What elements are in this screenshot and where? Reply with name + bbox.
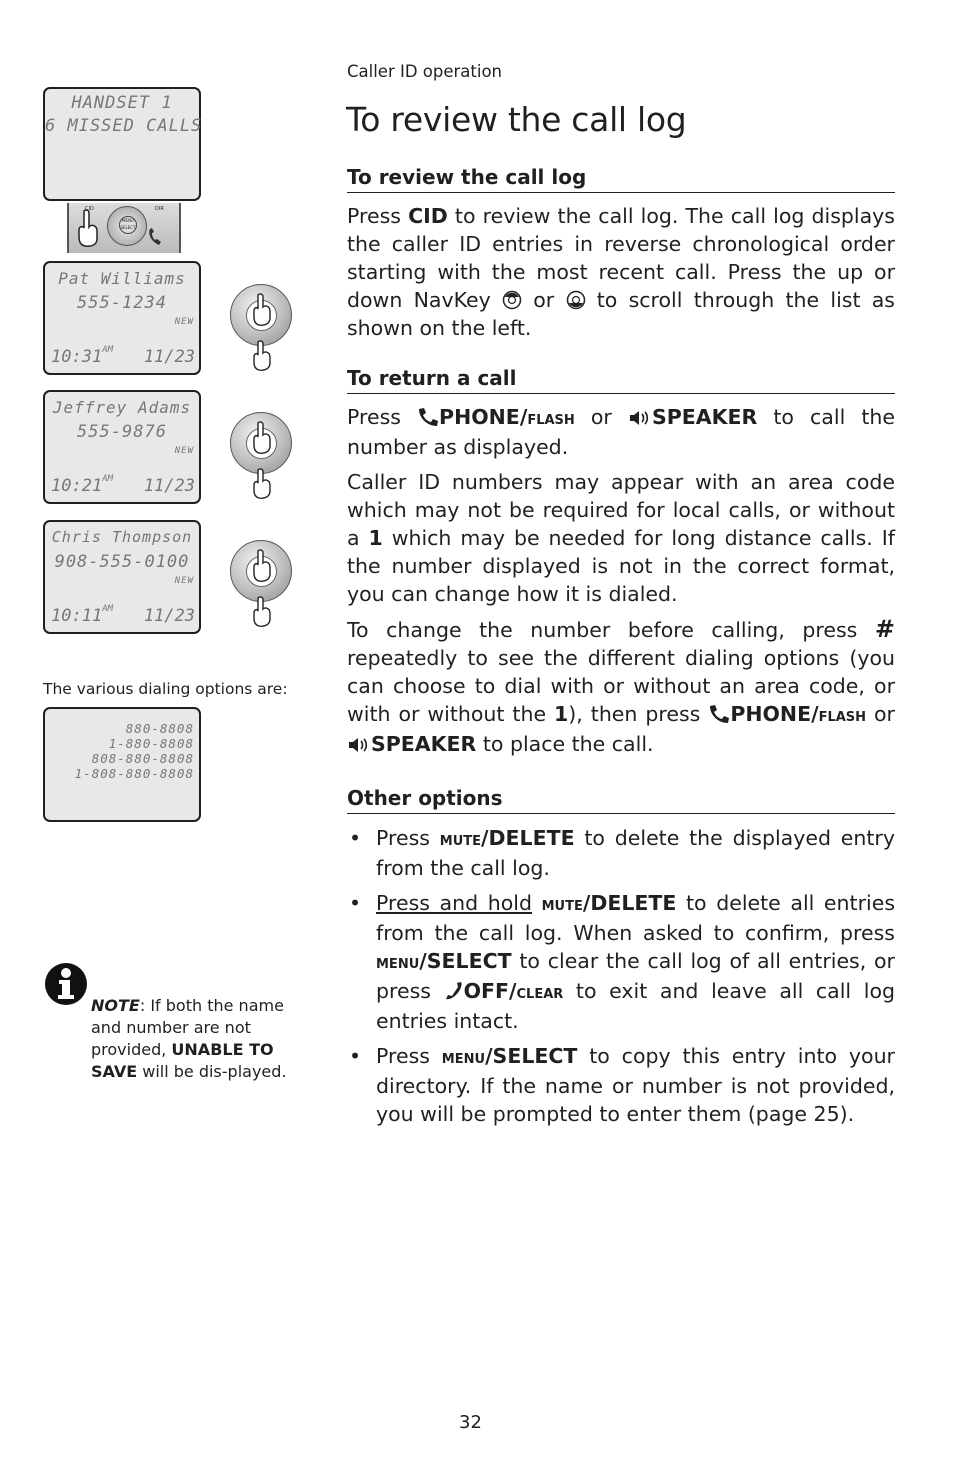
lcd-line: 6 MISSED CALLS [45, 116, 203, 136]
pointing-finger-icon [78, 209, 98, 247]
page-number: 32 [459, 1412, 482, 1433]
caller-number: 555-9876 [77, 422, 167, 442]
section-heading: To return a call [347, 366, 895, 394]
lcd-screen-entry: Pat Williams 555-1234 NEW 10:31AM 11/23 [43, 261, 201, 375]
section-review-call-log: To review the call log Press CID to revi… [347, 165, 895, 342]
dialing-option: 808-880-8808 [91, 751, 194, 766]
call-time: 10:11AM [51, 604, 114, 626]
pointing-finger-icon [253, 549, 271, 582]
paragraph: To change the number before calling, pre… [347, 615, 895, 756]
pointing-finger-icon [253, 293, 271, 326]
call-date: 11/23 [143, 476, 195, 496]
list-item: Press and hold mute/DELETE to delete all… [347, 889, 895, 1035]
lcd-screen-entry: Chris Thompson 908-555-0100 NEW 10:11AM … [43, 520, 201, 634]
pointing-finger-icon [253, 596, 271, 627]
lcd-screen-dialing-options: 880-8808 1-880-8808 808-880-8808 1-808-8… [43, 707, 201, 822]
speaker-icon [629, 411, 648, 425]
paragraph: Press CID to review the call log. The ca… [347, 204, 895, 340]
off-phone-icon [149, 228, 161, 245]
info-icon [45, 963, 87, 1005]
paragraph: Caller ID numbers may appear with an are… [347, 470, 895, 606]
caller-number: 555-1234 [77, 293, 167, 313]
lcd-screen-missed-calls: HANDSET 1 6 MISSED CALLS [43, 87, 201, 201]
section-label: Caller ID operation [347, 62, 503, 81]
list-item: Press menu/SELECT to copy this entry int… [347, 1042, 895, 1128]
pointing-finger-icon [253, 468, 271, 499]
new-badge: NEW [174, 317, 194, 327]
lcd-line: HANDSET 1 [71, 93, 173, 113]
caller-number: 908-555-0100 [54, 552, 190, 572]
off-phone-icon [445, 982, 462, 1000]
dialing-option: 1-808-880-8808 [74, 766, 194, 781]
dialing-options-caption: The various dialing options are: [43, 680, 288, 698]
call-date: 11/23 [143, 347, 195, 367]
call-time: 10:31AM [51, 345, 114, 367]
lcd-screen-entry: Jeffrey Adams 555-9876 NEW 10:21AM 11/23 [43, 390, 201, 504]
caller-name: Chris Thompson [51, 528, 193, 546]
options-list: Press mute/DELETE to delete the displaye… [347, 824, 895, 1128]
call-time: 10:21AM [51, 474, 114, 496]
section-other-options: Other options Press mute/DELETE to delet… [347, 786, 895, 1135]
pound-key: # [874, 615, 895, 643]
dialing-option: 1-880-8808 [108, 736, 194, 751]
navkey-up-icon [502, 290, 522, 310]
note-label: NOTE [91, 996, 140, 1015]
dir-key-label: DIR [155, 206, 164, 212]
select-label: SELECT [120, 225, 136, 230]
section-heading: Other options [347, 786, 895, 814]
phone-icon [710, 705, 730, 723]
section-return-call: To return a call Press PHONE/flash or SP… [347, 366, 895, 758]
phone-icon [419, 408, 439, 426]
menu-select-key: MENU SELECT [107, 206, 147, 246]
caller-name: Jeffrey Adams [52, 398, 192, 417]
pointing-finger-icon [253, 421, 271, 454]
navkey-down-icon [566, 290, 585, 310]
new-badge: NEW [174, 576, 194, 586]
new-badge: NEW [174, 446, 194, 456]
pointing-finger-icon [253, 340, 271, 371]
paragraph: Press PHONE/flash or SPEAKER to call the… [347, 405, 895, 459]
cid-key: CID [408, 204, 448, 228]
section-heading: To review the call log [347, 165, 895, 193]
dialing-option: 880-8808 [125, 721, 194, 736]
call-date: 11/23 [143, 606, 195, 626]
menu-label: MENU [122, 218, 134, 223]
page-title: To review the call log [346, 100, 687, 139]
note-text: NOTE: If both the name and number are no… [91, 996, 287, 1081]
list-item: Press mute/DELETE to delete the displaye… [347, 824, 895, 882]
speaker-icon [349, 738, 368, 752]
caller-name: Pat Williams [58, 269, 186, 288]
handset-keypad-image: CID DIR MENU SELECT [67, 203, 181, 253]
